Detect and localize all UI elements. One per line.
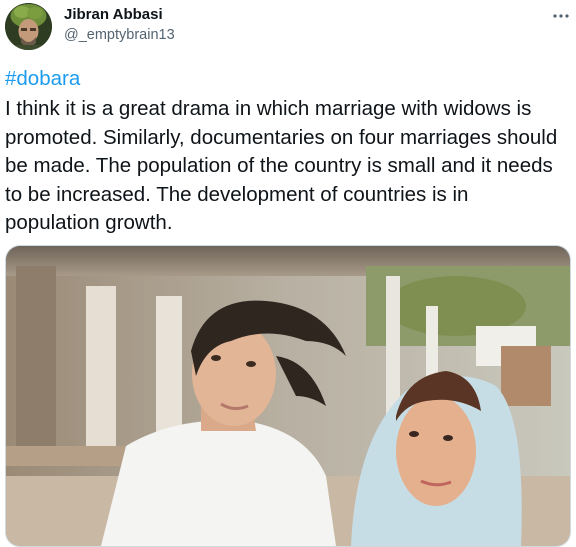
avatar[interactable] (5, 3, 52, 50)
author-name[interactable]: Jibran Abbasi (64, 6, 163, 23)
hashtag-link[interactable]: #dobara (5, 67, 80, 91)
more-horizontal-icon[interactable] (551, 2, 571, 22)
author-handle[interactable]: @_emptybrain13 (64, 27, 175, 43)
tweet-media-image[interactable] (5, 245, 571, 547)
tweet-text: I think it is a great drama in which mar… (5, 97, 558, 234)
